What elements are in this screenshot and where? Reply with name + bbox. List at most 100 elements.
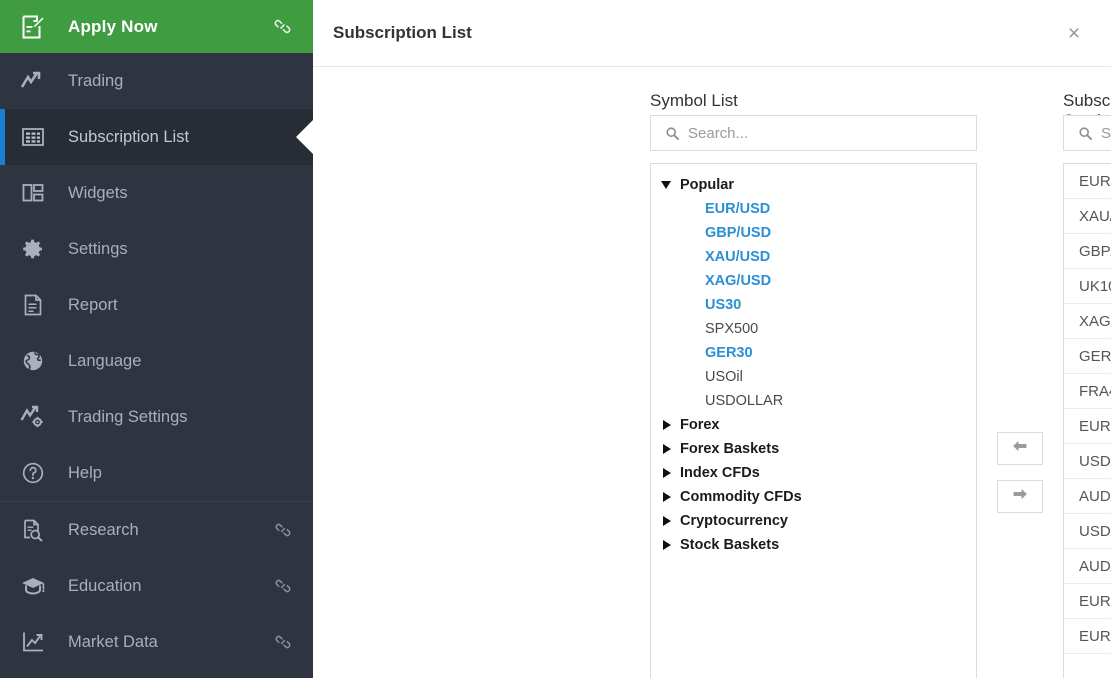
symbol-search-box[interactable] (650, 115, 977, 151)
arrow-left-icon (1011, 439, 1029, 458)
tree-item-spx500[interactable]: SPX500 (651, 317, 976, 341)
sidebar-item-label: Research (68, 520, 139, 539)
tree-item-gbp-usd[interactable]: GBP/USD (651, 221, 976, 245)
sidebar-item-subscription-list[interactable]: Subscription List (0, 109, 313, 165)
apply-now-label: Apply Now (68, 16, 158, 36)
tree-group-commodity-cfds[interactable]: Commodity CFDs (651, 485, 976, 509)
sidebar-item-label: Widgets (68, 183, 128, 202)
table-row[interactable]: EUR/CHF (1064, 584, 1111, 619)
table-grid-icon (18, 123, 48, 151)
tree-item-xag-usd[interactable]: XAG/USD (651, 269, 976, 293)
tree-item-usdollar[interactable]: USDOLLAR (651, 389, 976, 413)
tree-group-popular[interactable]: Popular (651, 173, 976, 197)
tree-item-ger30[interactable]: GER30 (651, 341, 976, 365)
table-row[interactable]: AUD/JPY (1064, 479, 1111, 514)
dialog-header: Subscription List × (313, 0, 1111, 67)
graduation-cap-icon (18, 572, 48, 600)
sidebar-item-market-data[interactable]: Market Data (0, 614, 313, 670)
sidebar-item-label: Trading Settings (68, 407, 188, 426)
tree-item-xau-usd[interactable]: XAU/USD (651, 245, 976, 269)
table-row[interactable]: EUR/GBP (1064, 619, 1111, 654)
chevron-right-icon[interactable] (660, 418, 674, 432)
sidebar-item-label: Market Data (68, 632, 158, 651)
symbol-label: XAU/USD (1079, 207, 1111, 225)
document-pencil-icon (18, 12, 48, 42)
sidebar-item-label: Report (68, 295, 118, 314)
tree-group-forex-baskets[interactable]: Forex Baskets (651, 437, 976, 461)
chevron-right-icon[interactable] (660, 490, 674, 504)
tree-group-label: Forex (680, 417, 720, 433)
sidebar-item-research[interactable]: Research (0, 502, 313, 558)
chevron-down-icon[interactable] (660, 178, 674, 192)
tree-group-index-cfds[interactable]: Index CFDs (651, 461, 976, 485)
tree-item-eur-usd[interactable]: EUR/USD (651, 197, 976, 221)
table-row[interactable]: FRA40 (1064, 374, 1111, 409)
table-row[interactable]: XAG/USD (1064, 304, 1111, 339)
table-row[interactable]: AUD/USD (1064, 549, 1111, 584)
symbol-label: GBP/USD (1079, 242, 1111, 260)
sidebar-item-label: Language (68, 351, 142, 370)
tree-group-cryptocurrency[interactable]: Cryptocurrency (651, 509, 976, 533)
subscribe-button[interactable] (997, 480, 1043, 513)
sidebar-item-label: Settings (68, 239, 128, 258)
table-row[interactable]: GER30 (1064, 339, 1111, 374)
symbol-label: FRA40 (1079, 382, 1111, 400)
search-icon (1078, 126, 1092, 140)
chart-gear-icon (18, 403, 48, 431)
sidebar-item-trading[interactable]: Trading (0, 53, 313, 109)
symbol-label: USD/JPY (1079, 452, 1111, 470)
page-title: Subscription List (333, 23, 472, 42)
subscribed-search-box[interactable] (1063, 115, 1111, 151)
symbol-label: UK100 (1079, 277, 1111, 295)
tree-group-forex[interactable]: Forex (651, 413, 976, 437)
sidebar-item-widgets[interactable]: Widgets (0, 165, 313, 221)
tree-item-usoil[interactable]: USOil (651, 365, 976, 389)
dialog-body: Symbol List Popular EUR/USD GBP/USD (313, 67, 1111, 678)
symbol-label: GER30 (1079, 347, 1111, 365)
table-row[interactable]: USD/JPY (1064, 444, 1111, 479)
table-row[interactable]: EUR/USD (1064, 164, 1111, 199)
table-row[interactable]: XAU/USD (1064, 199, 1111, 234)
chevron-right-icon[interactable] (660, 514, 674, 528)
tree-group-label: Forex Baskets (680, 441, 780, 457)
symbol-label: EUR/USD (1079, 172, 1111, 190)
symbol-label: AUD/JPY (1079, 487, 1111, 505)
apply-now-banner[interactable]: Apply Now (0, 0, 313, 53)
active-item-pointer (296, 120, 313, 154)
symbol-list-title: Symbol List (650, 91, 738, 110)
chevron-right-icon[interactable] (660, 466, 674, 480)
close-icon[interactable]: × (1063, 22, 1085, 44)
sidebar-item-help[interactable]: Help (0, 445, 313, 501)
table-row[interactable]: GBP/USD (1064, 234, 1111, 269)
symbol-label: USD/CHF (1079, 522, 1111, 540)
chart-arrow-icon (18, 67, 48, 95)
symbol-label: EUR/CHF (1079, 592, 1111, 610)
search-input[interactable] (688, 124, 976, 142)
table-row[interactable]: EUR/JPY (1064, 409, 1111, 444)
chevron-right-icon[interactable] (660, 442, 674, 456)
search-input[interactable] (1101, 124, 1111, 142)
tree-item-us30[interactable]: US30 (651, 293, 976, 317)
subscription-list-dialog: Subscription List × Symbol List Po (313, 0, 1111, 678)
table-row[interactable]: UK100 (1064, 269, 1111, 304)
symbol-label: AUD/USD (1079, 557, 1111, 575)
sidebar-item-trading-settings[interactable]: Trading Settings (0, 389, 313, 445)
sidebar-item-report[interactable]: Report (0, 277, 313, 333)
external-link-icon (274, 578, 291, 595)
table-row[interactable]: USD/CHF (1064, 514, 1111, 549)
chevron-right-icon[interactable] (660, 538, 674, 552)
sidebar-item-label: Trading (68, 71, 124, 90)
subscribed-scroll-area: EUR/USD XAU/USD (1064, 164, 1111, 678)
symbol-tree[interactable]: Popular EUR/USD GBP/USD XAU/USD XAG/USD … (650, 163, 977, 678)
globe-icon (18, 347, 48, 375)
sidebar-item-language[interactable]: Language (0, 333, 313, 389)
sidebar-item-settings[interactable]: Settings (0, 221, 313, 277)
unsubscribe-button[interactable] (997, 432, 1043, 465)
sidebar-item-label: Subscription List (68, 127, 190, 146)
sidebar-item-label: Help (68, 463, 102, 482)
sidebar-item-education[interactable]: Education (0, 558, 313, 614)
tree-group-label: Stock Baskets (680, 537, 780, 553)
question-circle-icon (18, 459, 48, 487)
tree-group-stock-baskets[interactable]: Stock Baskets (651, 533, 976, 557)
external-link-icon (274, 522, 291, 539)
